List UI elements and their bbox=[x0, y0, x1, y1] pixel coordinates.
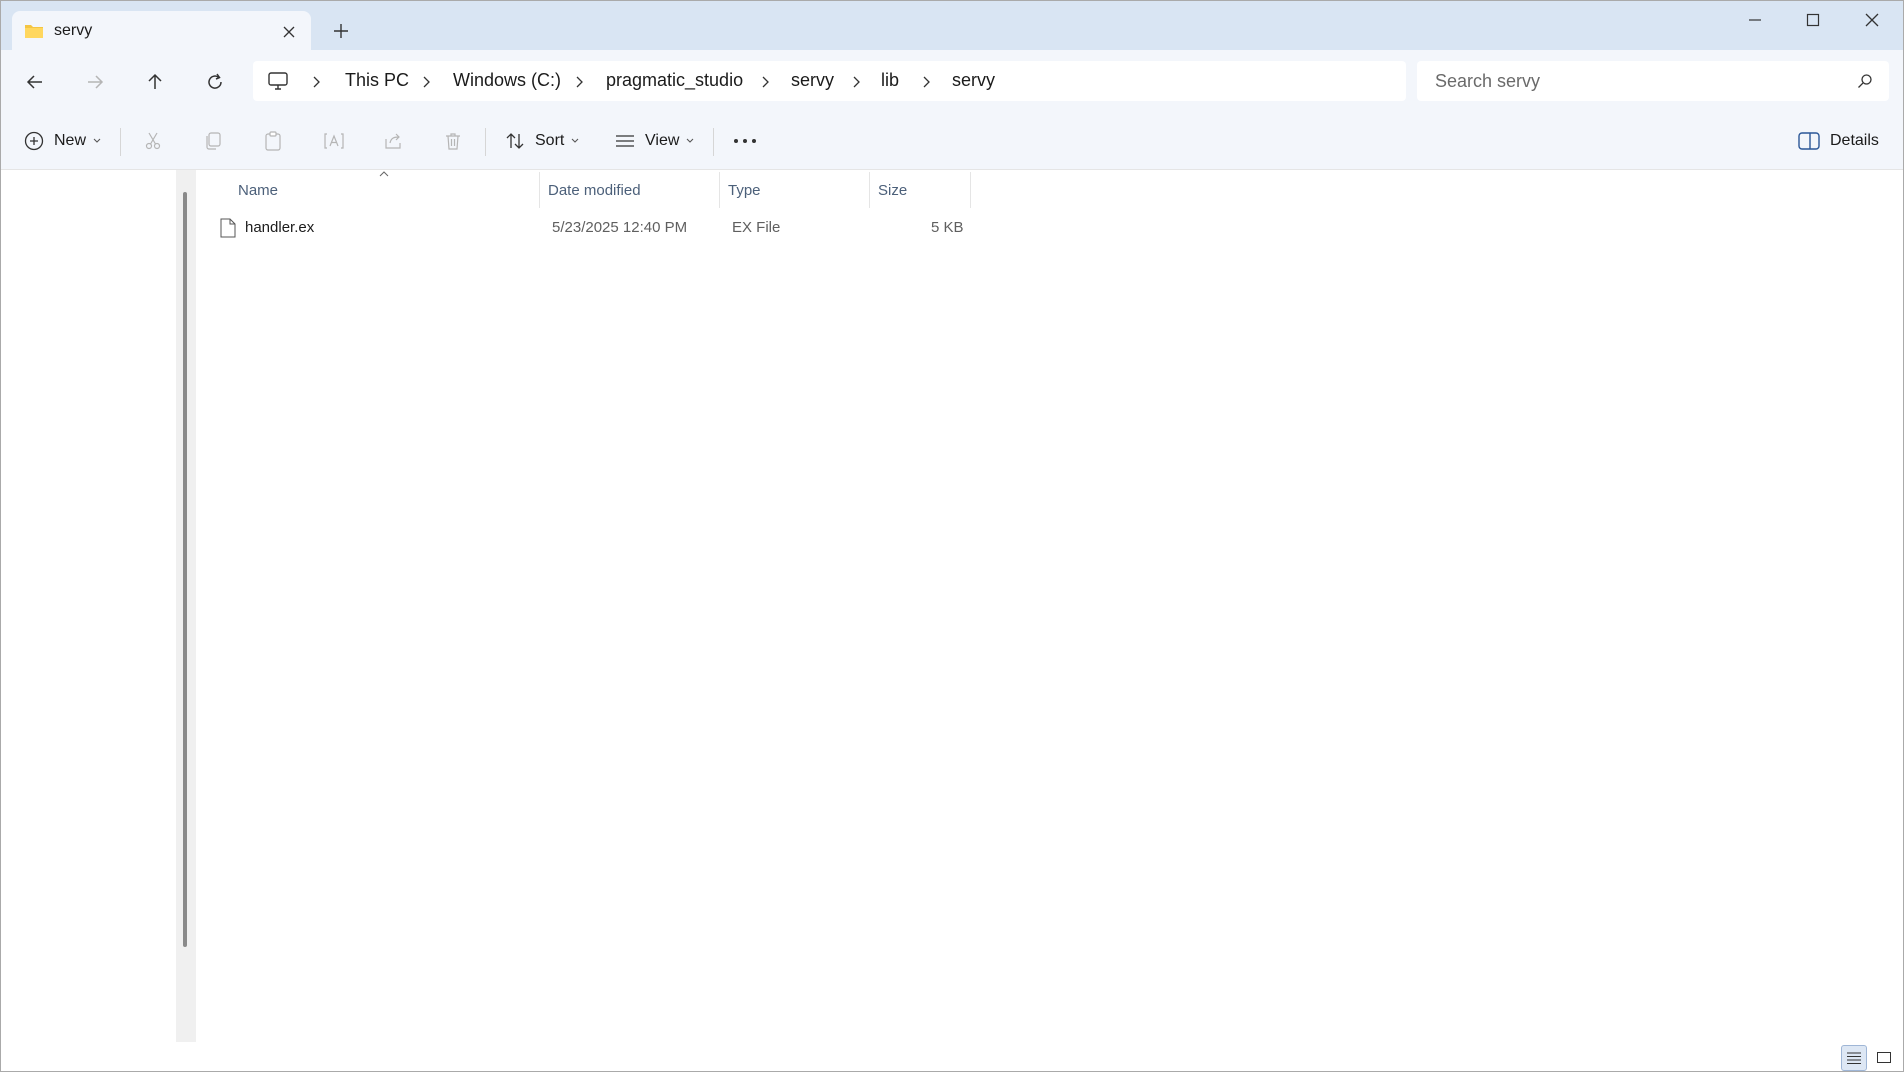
clipboard-icon bbox=[263, 131, 283, 151]
file-name: handler.ex bbox=[245, 219, 315, 236]
more-options-button[interactable] bbox=[733, 126, 757, 156]
details-pane-icon bbox=[1798, 132, 1820, 150]
breadcrumb-servy[interactable]: servy bbox=[791, 70, 834, 91]
view-list-icon bbox=[615, 131, 635, 151]
navigation-pane[interactable] bbox=[0, 170, 176, 1042]
file-size: 5 KB bbox=[931, 219, 964, 236]
search-box[interactable] bbox=[1417, 61, 1889, 101]
tab-title: servy bbox=[54, 22, 93, 39]
back-button[interactable] bbox=[18, 65, 52, 99]
chevron-down-icon bbox=[571, 138, 579, 144]
status-bar bbox=[0, 1042, 1904, 1072]
maximize-button[interactable] bbox=[1790, 6, 1836, 34]
search-icon[interactable] bbox=[1857, 73, 1873, 89]
new-button-label: New bbox=[54, 132, 87, 149]
sort-ascending-icon bbox=[378, 170, 390, 178]
share-button[interactable] bbox=[383, 126, 403, 156]
column-header-name[interactable]: Name bbox=[238, 176, 278, 206]
file-icon bbox=[220, 218, 236, 238]
command-bar: New Sort View Details bbox=[0, 112, 1904, 170]
rename-icon bbox=[323, 131, 345, 151]
column-header-date-modified[interactable]: Date modified bbox=[548, 176, 641, 206]
chevron-right-icon[interactable] bbox=[311, 76, 321, 88]
column-divider[interactable] bbox=[719, 172, 720, 208]
title-bar: servy bbox=[0, 0, 1904, 52]
address-bar[interactable]: This PC Windows (C:) pragmatic_studio se… bbox=[253, 61, 1406, 101]
close-window-button[interactable] bbox=[1849, 6, 1895, 34]
chevron-down-icon bbox=[686, 138, 694, 144]
column-divider[interactable] bbox=[539, 172, 540, 208]
chevron-right-icon[interactable] bbox=[760, 76, 770, 88]
view-button-label: View bbox=[645, 132, 680, 149]
column-divider[interactable] bbox=[869, 172, 870, 208]
column-header-size[interactable]: Size bbox=[878, 176, 907, 206]
column-header-type[interactable]: Type bbox=[728, 176, 761, 206]
view-button[interactable]: View bbox=[615, 126, 694, 156]
breadcrumb-this-pc[interactable]: This PC bbox=[345, 70, 409, 91]
details-button[interactable]: Details bbox=[1798, 126, 1879, 156]
breadcrumb-lib[interactable]: lib bbox=[881, 70, 899, 91]
breadcrumb-pragmatic-studio[interactable]: pragmatic_studio bbox=[606, 70, 743, 91]
delete-button[interactable] bbox=[443, 126, 463, 156]
column-divider[interactable] bbox=[970, 172, 971, 208]
chevron-right-icon[interactable] bbox=[421, 76, 431, 88]
search-input[interactable] bbox=[1435, 69, 1835, 93]
copy-button[interactable] bbox=[203, 126, 223, 156]
file-date-modified: 5/23/2025 12:40 PM bbox=[552, 219, 688, 236]
chevron-down-icon bbox=[93, 138, 101, 144]
breadcrumb-windows-c[interactable]: Windows (C:) bbox=[453, 70, 561, 91]
paste-button[interactable] bbox=[263, 126, 283, 156]
trash-icon bbox=[443, 131, 463, 151]
file-row[interactable]: handler.ex 5/23/2025 12:40 PM EX File 5 … bbox=[220, 212, 1170, 244]
cut-button[interactable] bbox=[143, 126, 163, 156]
toolbar-divider bbox=[120, 128, 121, 156]
chevron-right-icon[interactable] bbox=[574, 76, 584, 88]
details-button-label: Details bbox=[1830, 132, 1879, 149]
folder-icon bbox=[24, 22, 44, 40]
plus-circle-icon bbox=[24, 131, 44, 151]
tab-servy[interactable]: servy bbox=[12, 11, 311, 52]
refresh-button[interactable] bbox=[198, 65, 232, 99]
scrollbar-thumb[interactable] bbox=[183, 192, 187, 947]
close-tab-icon[interactable] bbox=[280, 23, 298, 41]
more-icon bbox=[733, 138, 757, 144]
copy-icon bbox=[203, 131, 223, 151]
new-button[interactable]: New bbox=[24, 126, 101, 156]
minimize-button[interactable] bbox=[1732, 6, 1778, 34]
scissors-icon bbox=[143, 131, 163, 151]
forward-button[interactable] bbox=[78, 65, 112, 99]
chevron-right-icon[interactable] bbox=[851, 76, 861, 88]
file-type: EX File bbox=[732, 219, 781, 236]
toolbar-divider bbox=[485, 128, 486, 156]
new-tab-button[interactable] bbox=[330, 20, 352, 42]
share-icon bbox=[383, 131, 403, 151]
computer-icon[interactable] bbox=[267, 70, 289, 92]
details-view-toggle[interactable] bbox=[1841, 1045, 1867, 1071]
address-row: This PC Windows (C:) pragmatic_studio se… bbox=[0, 50, 1904, 112]
sort-icon bbox=[505, 131, 525, 151]
toolbar-divider bbox=[713, 128, 714, 156]
file-list[interactable]: Name Date modified Type Size handler.ex … bbox=[196, 170, 1904, 1042]
chevron-right-icon[interactable] bbox=[921, 76, 931, 88]
sort-button[interactable]: Sort bbox=[505, 126, 579, 156]
large-icons-view-toggle[interactable] bbox=[1871, 1045, 1897, 1071]
sort-button-label: Sort bbox=[535, 132, 565, 149]
up-button[interactable] bbox=[138, 65, 172, 99]
breadcrumb-servy-current[interactable]: servy bbox=[952, 70, 995, 91]
rename-button[interactable] bbox=[323, 126, 345, 156]
